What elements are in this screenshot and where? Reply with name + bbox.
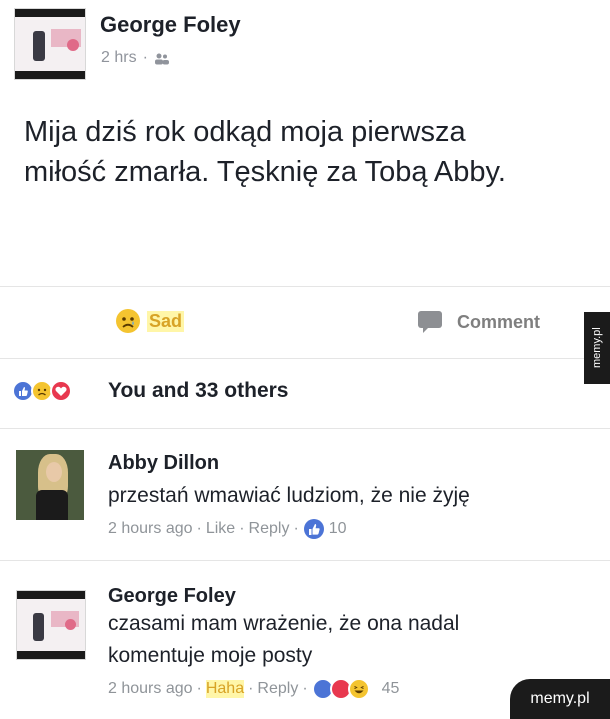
post-author-name[interactable]: George Foley — [100, 12, 241, 38]
avatar-body — [36, 490, 68, 520]
avatar-face — [46, 462, 62, 482]
avatar-rose — [65, 619, 76, 630]
meta-separator: · — [142, 49, 148, 66]
comment-avatar[interactable] — [16, 450, 84, 520]
sad-label: Sad — [147, 310, 185, 332]
comment-avatar[interactable] — [16, 590, 86, 660]
like-reaction-icon[interactable] — [303, 518, 325, 540]
comment-text-line: czasami mam wrażenie, że ona nadal — [108, 612, 460, 635]
comment-meta: 2 hours ago · Haha · Reply · 45 — [108, 678, 399, 700]
comment-author-name[interactable]: Abby Dillon — [108, 452, 219, 475]
meta-separator: · — [239, 520, 245, 537]
friends-audience-icon[interactable] — [154, 52, 170, 65]
reactions-summary-text[interactable]: You and 33 others — [108, 379, 288, 403]
reactions-summary[interactable] — [12, 377, 112, 405]
avatar-bar — [15, 9, 85, 17]
avatar-bar — [17, 651, 85, 659]
meta-separator: · — [248, 680, 254, 697]
avatar-bar — [15, 71, 85, 79]
sad-reaction-button[interactable]: Sad — [115, 308, 185, 334]
post-text-line: Mija dziś rok odkąd moja pierwsza — [24, 116, 466, 148]
meta-separator: · — [302, 680, 308, 697]
avatar-rose — [67, 39, 79, 51]
haha-reaction-icon — [347, 678, 370, 700]
reaction-count[interactable]: 45 — [382, 680, 400, 698]
sad-emoji-icon — [115, 308, 141, 334]
post-time[interactable]: 2 hrs — [101, 49, 137, 67]
meta-separator: · — [196, 520, 202, 537]
comment-time[interactable]: 2 hours ago — [108, 520, 193, 538]
comment-text: czasami mam wrażenie, że ona nadal komen… — [108, 608, 459, 672]
post-meta: 2 hrs · — [101, 49, 170, 67]
reaction-count[interactable]: 10 — [329, 520, 347, 538]
meta-separator: · — [293, 520, 299, 537]
reply-link[interactable]: Reply — [257, 680, 298, 698]
comment-meta: 2 hours ago · Like · Reply · 10 — [108, 518, 347, 540]
watermark-side: memy.pl — [584, 312, 610, 384]
divider — [0, 358, 610, 359]
comment-text: przestań wmawiać ludziom, że nie żyję — [108, 484, 470, 507]
reaction-icons[interactable] — [311, 678, 378, 700]
post-author-avatar[interactable] — [14, 8, 86, 80]
reply-link[interactable]: Reply — [249, 520, 290, 538]
like-link[interactable]: Like — [206, 520, 235, 538]
divider — [0, 428, 610, 429]
comment-text-line: komentuje moje posty — [108, 644, 313, 667]
post-text-line: miłość zmarła. Tęsknię za Tobą Abby. — [24, 156, 506, 188]
comment-time[interactable]: 2 hours ago — [108, 680, 193, 698]
post-body: Mija dziś rok odkąd moja pierwsza miłość… — [24, 112, 506, 192]
meta-separator: · — [196, 680, 202, 697]
love-reaction-icon — [50, 380, 72, 402]
haha-link[interactable]: Haha — [205, 680, 245, 698]
comment-label: Comment — [457, 311, 541, 332]
avatar-figure — [33, 613, 44, 641]
divider — [0, 560, 610, 561]
comment-bubble-icon — [417, 310, 443, 334]
divider — [0, 286, 610, 287]
avatar-figure — [33, 31, 45, 61]
comment-button[interactable]: Comment — [417, 310, 540, 334]
watermark-corner: memy.pl — [510, 679, 610, 719]
avatar-bar — [17, 591, 85, 599]
comment-author-name[interactable]: George Foley — [108, 585, 236, 608]
